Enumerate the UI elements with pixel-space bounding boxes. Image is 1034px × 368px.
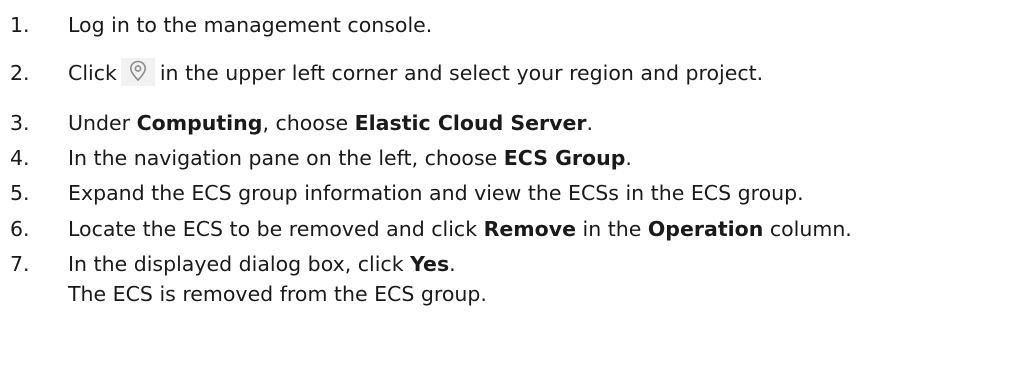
step-text-part: . xyxy=(625,146,632,170)
step-number: 4. xyxy=(10,146,30,170)
step-text-part: Click xyxy=(68,61,117,85)
step-number: 7. xyxy=(10,252,30,276)
step-number: 5. xyxy=(10,181,30,205)
step-number: 6. xyxy=(10,217,30,241)
step-result: The ECS is removed from the ECS group. xyxy=(68,282,487,306)
ui-term-computing: Computing xyxy=(136,111,263,135)
step-text: Expand the ECS group information and vie… xyxy=(68,178,804,208)
step-text-part: in the xyxy=(575,217,648,241)
step-3: 3. Under Computing, choose Elastic Cloud… xyxy=(0,108,1034,138)
step-4: 4. In the navigation pane on the left, c… xyxy=(0,143,1034,173)
step-text-part: In the displayed dialog box, click xyxy=(68,252,411,276)
ui-term-operation: Operation xyxy=(647,217,764,241)
step-1: 1. Log in to the management console. xyxy=(0,10,1034,40)
ui-term-yes: Yes xyxy=(410,252,450,276)
step-text: Click in the upper left corner and select… xyxy=(68,58,763,88)
step-2: 2. Click in the upper left corner and sel… xyxy=(0,58,1034,88)
ui-term-elastic-cloud-server: Elastic Cloud Server xyxy=(354,111,587,135)
step-text-part: , choose xyxy=(262,111,355,135)
step-text: Locate the ECS to be removed and click R… xyxy=(68,214,852,244)
ui-term-ecs-group: ECS Group xyxy=(503,146,626,170)
step-text-part: . xyxy=(449,252,456,276)
step-text-part: . xyxy=(586,111,594,135)
step-text-part: Under xyxy=(68,111,137,135)
step-text-part: Expand the ECS group information and vie… xyxy=(68,181,804,205)
ui-term-remove: Remove xyxy=(483,217,576,241)
step-text-part: Locate the ECS to be removed and click xyxy=(68,217,484,241)
step-text: In the navigation pane on the left, choo… xyxy=(68,143,632,173)
step-number: 1. xyxy=(10,13,30,37)
step-text: In the displayed dialog box, click Yes. xyxy=(68,249,456,279)
step-number: 3. xyxy=(10,111,30,135)
step-text-part: In the navigation pane on the left, choo… xyxy=(68,146,504,170)
location-pin-icon xyxy=(120,58,155,86)
step-text-part: in the upper left corner and select your… xyxy=(159,61,764,85)
step-7: 7. In the displayed dialog box, click Ye… xyxy=(0,249,1034,279)
step-text: Log in to the management console. xyxy=(68,10,432,40)
step-text-part: column. xyxy=(763,217,852,241)
step-6: 6. Locate the ECS to be removed and clic… xyxy=(0,214,1034,244)
step-text: Under Computing, choose Elastic Cloud Se… xyxy=(68,108,593,138)
step-number: 2. xyxy=(10,61,30,85)
step-5: 5. Expand the ECS group information and … xyxy=(0,178,1034,208)
step-text-part: Log in to the management console. xyxy=(68,13,433,37)
